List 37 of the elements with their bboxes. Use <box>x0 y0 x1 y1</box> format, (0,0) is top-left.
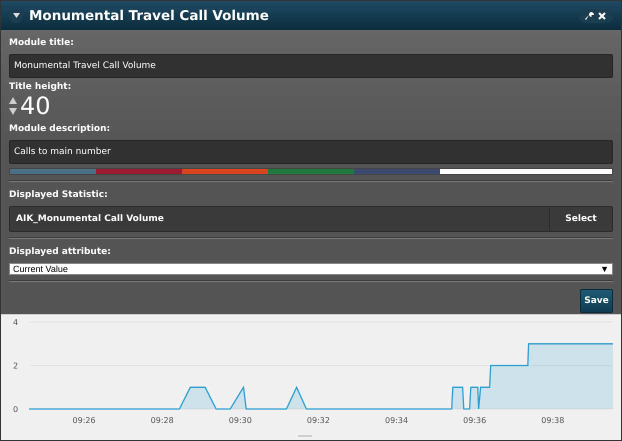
field-label: Displayed attribute: <box>9 247 112 257</box>
x-tick-label: 09:34 <box>385 416 408 425</box>
module-description-field[interactable]: Calls to main number <box>9 140 613 164</box>
color-swatch[interactable] <box>268 169 354 174</box>
dropdown-arrow: ▼ <box>600 264 609 274</box>
field-label: Displayed Statistic: <box>9 190 109 200</box>
module-title-field[interactable]: Monumental Travel Call Volume <box>9 54 613 78</box>
select-button[interactable]: Select <box>549 207 612 231</box>
title-height-value[interactable]: 40 <box>20 92 51 120</box>
y-tick-label: 4 <box>13 318 18 327</box>
x-tick-label: 09:38 <box>541 416 564 425</box>
y-tick-label: 0 <box>13 405 18 414</box>
wrench-icon[interactable] <box>585 10 595 20</box>
window-title: Monumental Travel Call Volume <box>29 8 270 24</box>
x-tick-label: 09:30 <box>228 416 252 425</box>
spinner-arrows-icon[interactable] <box>9 96 17 116</box>
caret-icon <box>12 13 20 18</box>
resize-handle[interactable] <box>298 435 312 437</box>
y-tick-label: 2 <box>13 362 18 370</box>
attribute-dropdown[interactable]: Current Value ▼ <box>9 263 613 275</box>
x-tick-label: 09:36 <box>463 416 486 425</box>
color-swatch[interactable] <box>96 169 182 174</box>
x-tick-label: 09:28 <box>150 416 174 425</box>
color-swatch[interactable] <box>10 169 96 174</box>
save-button[interactable]: Save <box>580 289 613 313</box>
dropdown-value: Current Value <box>13 264 68 274</box>
field-label: Title height: <box>9 82 72 92</box>
field-label: Module description: <box>9 124 112 134</box>
color-swatch[interactable] <box>440 169 612 174</box>
statistic-value: AIK_Monumental Call Volume <box>15 213 165 226</box>
color-swatch[interactable] <box>182 169 268 174</box>
field-label: Module title: <box>9 38 75 48</box>
collapse-button[interactable] <box>9 8 23 22</box>
close-icon[interactable] <box>597 10 607 20</box>
x-tick-label: 09:26 <box>72 416 96 425</box>
color-swatch[interactable] <box>354 169 440 174</box>
x-tick-label: 09:32 <box>306 416 330 425</box>
